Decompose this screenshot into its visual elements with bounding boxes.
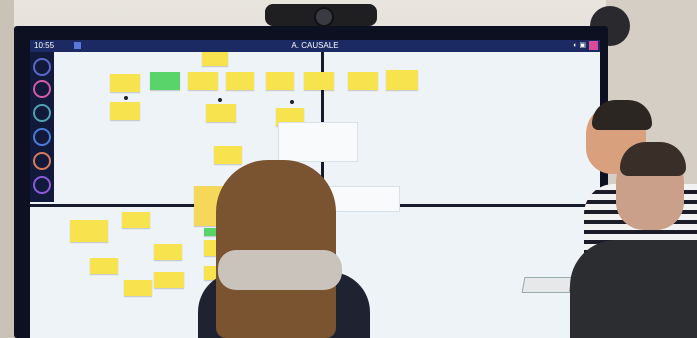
sticky-note[interactable] [226,72,254,90]
connector-dot [124,96,128,100]
connector-dot [290,100,294,104]
sticky-note[interactable] [206,104,236,122]
sidebar-tool-icon[interactable] [33,80,51,98]
topbar-icons[interactable]: ◐ ▣ [573,41,586,49]
sticky-note[interactable] [70,220,108,242]
sticky-note[interactable] [90,258,118,274]
man-hair [592,100,652,130]
man-hair [620,142,686,176]
sticky-note[interactable] [386,70,418,90]
sidebar-tool-icon[interactable] [33,128,51,146]
sticky-note[interactable] [266,72,294,90]
photo-scene: 10:55 A. CAUSALE ◐ ▣ [0,0,697,338]
sticky-note-green[interactable] [150,72,180,90]
sidebar-tool-icon[interactable] [33,58,51,76]
sticky-note[interactable] [110,74,140,92]
sticky-note[interactable] [122,212,150,228]
camera-lens [314,7,334,27]
sticky-note[interactable] [154,272,184,288]
man-dark-shirt [570,240,697,338]
sidebar-tool-icon[interactable] [33,176,51,194]
wall-left [0,0,14,338]
sticky-note[interactable] [110,102,140,120]
tool-sidebar [30,52,54,202]
sticky-note[interactable] [124,280,152,296]
sticky-note[interactable] [154,244,182,260]
woman-hair [216,160,336,338]
empty-panel [278,122,358,162]
sticky-note[interactable] [202,52,228,66]
tablet-device [521,277,573,293]
sticky-note[interactable] [304,72,334,90]
sticky-note[interactable] [348,72,378,90]
close-icon[interactable] [589,41,598,50]
board-title: A. CAUSALE [291,41,339,50]
sticky-note[interactable] [214,146,242,164]
connector-dot [218,98,222,102]
sidebar-tool-icon[interactable] [33,152,51,170]
sticky-note[interactable] [188,72,218,90]
woman-scarf [218,250,342,290]
screen-topbar: 10:55 A. CAUSALE ◐ ▣ [30,40,600,52]
sidebar-tool-icon[interactable] [33,104,51,122]
